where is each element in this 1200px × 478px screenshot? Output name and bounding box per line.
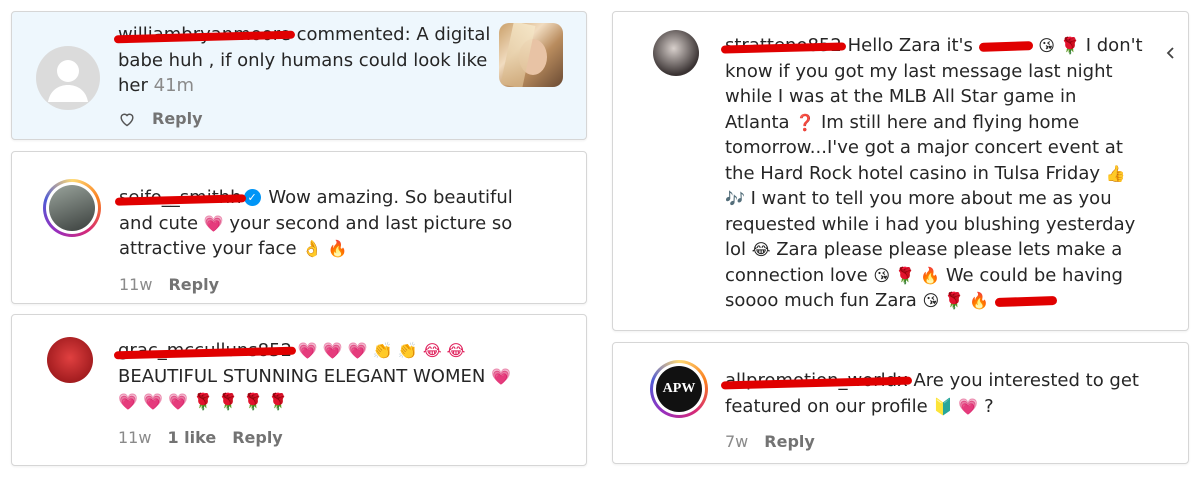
redacted-username[interactable]: seifo__smithh [119,187,242,208]
timestamp: 41m [153,75,195,96]
ok-hand-emoji: 👌 [302,239,323,258]
question-emoji: ❓ [795,112,816,132]
redacted-signoff [994,295,1058,307]
message-body: Hello Zara it's [847,35,973,56]
avatar[interactable] [653,30,699,76]
redacted-username[interactable]: stratteno852 [725,35,842,56]
beginner-heart-emoji: 🔰 💗 [933,396,979,416]
reply-button[interactable]: Reply [232,428,283,447]
reply-button[interactable]: Reply [168,275,219,294]
emoji-row: 💗 💗 💗 👏 👏 😂 😂 [297,341,466,360]
timestamp: 11w [119,275,153,294]
apw-logo-avatar: APW [656,366,702,412]
default-avatar[interactable] [36,46,100,110]
heart-emoji: 💗 [203,213,224,233]
redacted-username[interactable]: williambryanmoore [118,24,291,45]
notification-card-1[interactable]: williambryanmoore commented: A digital b… [11,11,587,140]
notification-card-3[interactable]: grac_mcculluns852 💗 💗 💗 👏 👏 😂 😂 BEAUTIFU… [11,314,587,466]
heart-outline-icon[interactable] [118,111,136,127]
story-ring-avatar[interactable]: APW [650,360,708,418]
likes-count[interactable]: 1 like [167,428,216,447]
emoji-trail: 😘 🌹 🔥 [922,291,990,310]
reply-button[interactable]: Reply [764,432,815,451]
redacted-name [978,40,1033,52]
comment-text: grac_mcculluns852 💗 💗 💗 👏 👏 😂 😂 BEAUTIFU… [118,338,538,415]
redacted-username[interactable]: grac_mcculluns852 [118,340,292,361]
timestamp: 11w [118,428,152,447]
user-silhouette-icon [48,60,88,102]
notification-card-4[interactable]: stratteno852 Hello Zara it's 😘 🌹 I don't… [612,11,1189,331]
comment-text: allpromotion_worldx Are you interested t… [725,368,1155,419]
comment-actions: 11w Reply [119,275,219,294]
kiss-emoji: 😘 🌹 [1038,36,1080,55]
comment-text: williambryanmoore commented: A digital b… [118,22,498,99]
chevron-icon[interactable] [1164,46,1176,60]
verified-badge-icon: ✓ [243,189,261,206]
notification-card-5[interactable]: APW allpromotion_worldx Are you interest… [612,342,1189,464]
avatar[interactable] [47,337,93,383]
timestamp: 7w [725,432,749,451]
comment-end: ? [984,395,994,417]
reply-button[interactable]: Reply [152,109,203,128]
laugh-emoji: 😂 [751,240,771,259]
avatar [49,185,95,231]
fire-emoji: 🔥 [327,239,348,258]
avatar-logo-text: APW [662,381,696,396]
kiss-rose-emoji: 😘 🌹 🔥 [873,265,941,285]
message-text: stratteno852 Hello Zara it's 😘 🌹 I don't… [725,33,1145,314]
redacted-username[interactable]: allpromotion_worldx [725,370,908,391]
comment-body: BEAUTIFUL STUNNING ELEGANT WOMEN [118,365,486,387]
comment-actions: 11w 1 like Reply [118,428,283,447]
comment-actions: Reply [118,109,203,128]
comment-actions: 7w Reply [725,432,815,451]
notification-card-2[interactable]: seifo__smithh ✓ Wow amazing. So beautiful… [11,151,587,304]
post-thumbnail[interactable] [499,23,563,87]
heart-emoji: 💗 [491,366,511,386]
emoji-row-2: 💗 💗 💗 🌹 🌹 🌹 🌹 [118,392,288,411]
story-ring-avatar[interactable] [43,179,101,237]
comment-text: seifo__smithh ✓ Wow amazing. So beautiful… [119,185,539,262]
